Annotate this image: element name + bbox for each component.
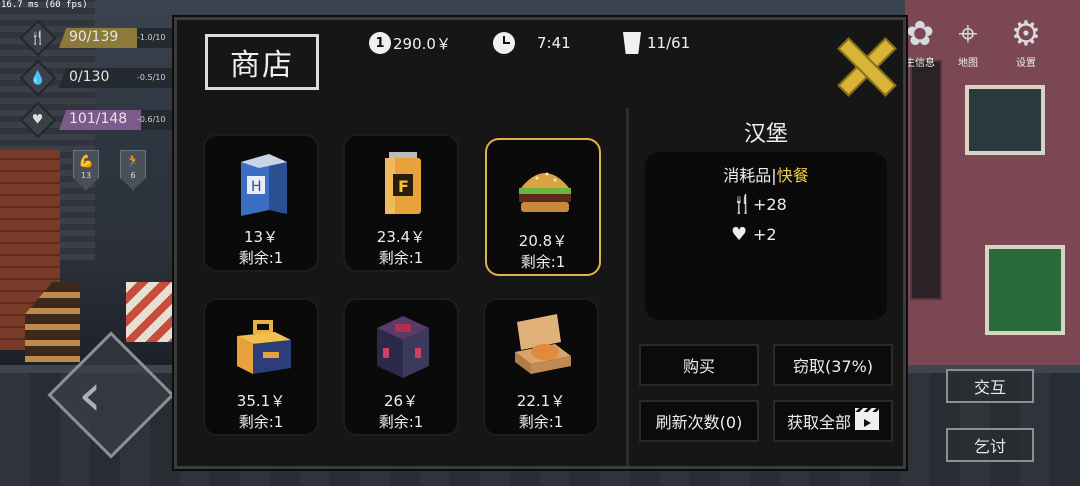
item-stock: 剩余:1 <box>378 249 424 267</box>
gear-icon: ⚙ <box>1010 14 1042 54</box>
item-price: 13￥ <box>243 228 279 246</box>
item-stock: 剩余:1 <box>238 413 284 431</box>
steal-button[interactable]: 窃取(37%) <box>773 344 893 386</box>
shop-panel: 商店 1 290.0￥ 7:41 11/61 H 13￥ 剩余:1 F 23.4… <box>174 17 906 469</box>
svg-text:F: F <box>398 177 409 196</box>
skill-strength-value: 13 <box>80 171 92 180</box>
video-ad-icon <box>855 408 879 430</box>
background-door <box>985 245 1065 335</box>
crate-icon <box>377 316 429 378</box>
money-display: 1 290.0￥ <box>369 32 451 54</box>
fork-knife-icon: 🍴 <box>731 194 754 215</box>
background-barricade <box>126 282 176 342</box>
milk-carton-icon: H <box>241 154 287 216</box>
item-stock: 剩余:1 <box>378 413 424 431</box>
time-display: 7:41 <box>493 32 571 54</box>
hunger-rate: -1.0/10 <box>137 33 166 42</box>
shop-item-pizza-box[interactable]: 22.1￥ 剩余:1 <box>483 298 599 436</box>
hunger-bar: 90/139 -1.0/10 <box>59 28 179 48</box>
health-rate: -0.6/10 <box>137 115 166 124</box>
thirst-bar: 0/130 -0.5/10 <box>59 68 179 88</box>
clock-icon <box>493 32 515 54</box>
pizza-box-icon <box>515 314 571 374</box>
item-price: 23.4￥ <box>376 228 426 246</box>
item-stock: 剩余:1 <box>518 413 564 431</box>
shop-item-burger[interactable]: 20.8￥ 剩余:1 <box>485 138 601 276</box>
shop-title: 商店 <box>205 34 319 90</box>
chevron-left-icon: ‹ <box>78 360 102 430</box>
map-button[interactable]: ⌖ 地图 <box>946 14 990 69</box>
item-stock: 剩余:1 <box>520 253 566 271</box>
background-window <box>965 85 1045 155</box>
thirst-value: 0/130 <box>69 69 110 85</box>
map-pin-icon: ⌖ <box>958 14 978 54</box>
burger-icon <box>519 172 571 212</box>
get-all-button[interactable]: 获取全部 <box>773 400 893 442</box>
inventory-display: 11/61 <box>623 32 690 54</box>
beg-button[interactable]: 乞讨 <box>946 428 1034 462</box>
health-value: 101/148 <box>69 111 128 127</box>
shop-item-milk[interactable]: H 13￥ 剩余:1 <box>203 134 319 272</box>
item-category: 消耗品|快餐 <box>723 166 809 185</box>
svg-text:H: H <box>251 179 262 195</box>
item-price: 35.1￥ <box>236 392 286 410</box>
item-subcategory: 快餐 <box>776 166 809 185</box>
time-value: 7:41 <box>537 34 571 52</box>
skill-agility[interactable]: 🏃 6 <box>120 150 146 190</box>
heart-pulse-icon: ♥ <box>731 224 748 245</box>
health-bar: 101/148 -0.6/10 <box>59 110 179 130</box>
fps-counter: 16.7 ms (60 fps) <box>1 0 88 10</box>
health-stat: ♥ 101/148 -0.6/10 <box>19 101 179 139</box>
hunger-value: 90/139 <box>69 29 119 45</box>
skill-agility-value: 6 <box>130 171 136 180</box>
running-icon: 🏃 <box>125 154 141 168</box>
money-value: 290.0￥ <box>393 34 451 53</box>
shop-item-can[interactable]: F 23.4￥ 剩余:1 <box>343 134 459 272</box>
item-detail-title: 汉堡 <box>743 122 788 147</box>
shop-item-crate[interactable]: 26￥ 剩余:1 <box>343 298 459 436</box>
item-stock: 剩余:1 <box>238 249 284 267</box>
energy-can-icon: F <box>385 152 421 214</box>
shop-item-lunchbox[interactable]: 35.1￥ 剩余:1 <box>203 298 319 436</box>
trash-bin-icon <box>623 32 641 54</box>
item-price: 20.8￥ <box>518 232 568 250</box>
thirst-rate: -0.5/10 <box>137 73 166 82</box>
lunchbox-icon <box>237 320 291 374</box>
inventory-value: 11/61 <box>647 34 691 52</box>
arm-icon: 💪 <box>78 154 94 168</box>
coin-icon: 1 <box>369 32 391 54</box>
item-price: 26￥ <box>383 392 419 410</box>
panel-divider <box>626 108 629 466</box>
item-price: 22.1￥ <box>516 392 566 410</box>
thirst-stat: 💧 0/130 -0.5/10 <box>19 59 179 97</box>
water-drop-icon: 💧 <box>19 59 57 97</box>
heart-icon: ♥ <box>19 101 57 139</box>
settings-button[interactable]: ⚙ 设置 <box>1004 14 1048 69</box>
hunger-stat: 🍴 90/139 -1.0/10 <box>19 19 179 57</box>
refresh-button[interactable]: 刷新次数(0) <box>639 400 759 442</box>
motel-sign <box>910 60 942 300</box>
item-detail-box: 消耗品|快餐 🍴 +28 ♥ +2 <box>645 152 887 320</box>
effect-hunger: 🍴 +28 <box>731 194 787 215</box>
close-icon[interactable] <box>837 37 893 93</box>
buy-button[interactable]: 购买 <box>639 344 759 386</box>
effect-health: ♥ +2 <box>731 224 777 245</box>
interact-button[interactable]: 交互 <box>946 369 1034 403</box>
fork-knife-icon: 🍴 <box>19 19 57 57</box>
